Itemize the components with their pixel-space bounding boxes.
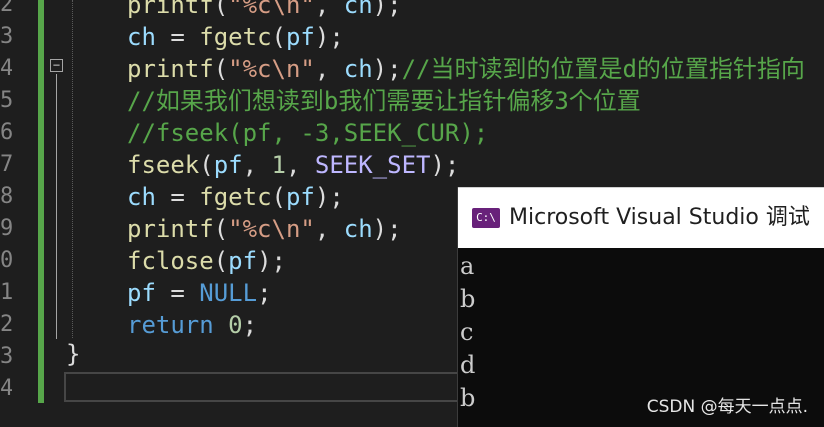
collapse-icon[interactable]: − [50,59,63,72]
code-token: fclose [127,247,214,275]
code-token: SEEK_SET [314,151,431,179]
code-token: 1 [271,151,286,179]
console-title-bar[interactable]: C:\ Microsoft Visual Studio 调试 [458,187,824,248]
line-number: 0 [0,248,12,273]
indent-guide [72,0,73,338]
code-token: pf [285,183,315,211]
code-token: ch [343,55,373,83]
console-output-line: a [460,252,475,280]
code-token: fgetc [199,23,272,51]
code-token: ( [271,23,286,51]
code-token: ( [213,247,229,275]
line-number: 4 [0,376,12,401]
line-number: 4 [0,56,12,81]
code-token: printf [127,0,214,19]
code-token: ( [213,215,229,243]
code-token: ( [213,55,229,83]
line-number: 9 [0,216,12,241]
console-title: Microsoft Visual Studio 调试 [509,205,810,230]
code-token: ( [271,183,286,211]
code-line[interactable]: ch = fgetc(pf); [127,181,344,213]
code-token: pf [127,279,156,307]
code-token: ch [343,0,373,19]
code-token: , [314,55,344,83]
code-line[interactable]: pf = NULL; [127,277,272,309]
code-token: ( [199,151,214,179]
line-number: 8 [0,184,12,209]
line-number-gutter: 2 3 4 5 6 7 8 9 0 1 2 3 4 [0,0,38,427]
code-token: ); [430,151,460,179]
code-token: ); [372,0,402,19]
line-number: 2 [0,312,12,337]
code-token: //如果我们想读到b我们需要让指针偏移3个位置 [127,87,641,115]
fold-region-line [56,74,57,339]
code-token: ; [242,311,258,339]
code-token: ch [127,183,156,211]
code-token: = [155,279,200,307]
code-token: ); [314,23,344,51]
code-token: //fseek(pf, -3,SEEK_CUR); [127,119,489,147]
code-line[interactable]: fclose(pf); [127,245,286,277]
code-line[interactable]: //如果我们想读到b我们需要让指针偏移3个位置 [127,85,641,117]
code-token: , [314,0,344,19]
code-token: printf [127,215,214,243]
code-token: ); [314,183,344,211]
code-line[interactable]: printf("%c\n", ch);//当时读到的位置是d的位置指针指向 [127,53,805,85]
debug-console-window[interactable]: C:\ Microsoft Visual Studio 调试 abcdb [457,187,824,427]
console-app-icon: C:\ [472,208,500,228]
code-token: "%c\n" [228,0,315,19]
code-line[interactable]: ch = fgetc(pf); [127,21,344,53]
code-token: //当时读到的位置是d的位置指针指向 [401,55,805,83]
line-number: 7 [0,152,12,177]
code-token: ); [372,55,402,83]
code-token: return [127,311,214,339]
code-token: "%c\n" [228,55,315,83]
code-token: = [155,23,200,51]
line-number: 2 [0,0,12,17]
code-token: printf [127,55,214,83]
closing-brace: } [66,340,81,368]
code-token: pf [285,23,315,51]
code-line[interactable]: fseek(pf, 1, SEEK_SET); [127,149,459,181]
line-number: 6 [0,120,12,145]
code-token: ch [127,23,156,51]
code-token: fgetc [199,183,272,211]
code-token: "%c\n" [228,215,315,243]
code-line[interactable]: //fseek(pf, -3,SEEK_CUR); [127,117,488,149]
code-token: = [155,183,200,211]
code-line[interactable]: return 0; [127,309,257,341]
code-token: , [314,215,344,243]
code-token: ch [343,215,373,243]
code-token: ); [372,215,402,243]
code-token: 0 [228,311,243,339]
change-tracking-bar [38,0,44,403]
code-token: pf [213,151,243,179]
code-token: ); [257,247,286,275]
code-token: ; [257,279,272,307]
console-output-line: b [460,285,476,313]
line-number: 5 [0,88,12,113]
code-token: fseek [127,151,200,179]
current-line-highlight[interactable] [64,372,464,402]
code-token: pf [228,247,258,275]
line-number: 1 [0,280,12,305]
code-line[interactable]: printf("%c\n", ch); [127,0,402,21]
line-number: 3 [0,24,12,49]
code-token: , [285,151,315,179]
line-number: 3 [0,344,12,369]
console-output-line: d [460,351,476,379]
code-line[interactable]: printf("%c\n", ch); [127,213,402,245]
code-token: NULL [199,279,258,307]
console-output-line: b [460,384,476,412]
code-token: ( [213,0,229,19]
watermark: CSDN @每天一点点. [646,397,808,417]
code-token: , [242,151,272,179]
console-output-line: c [460,318,474,346]
